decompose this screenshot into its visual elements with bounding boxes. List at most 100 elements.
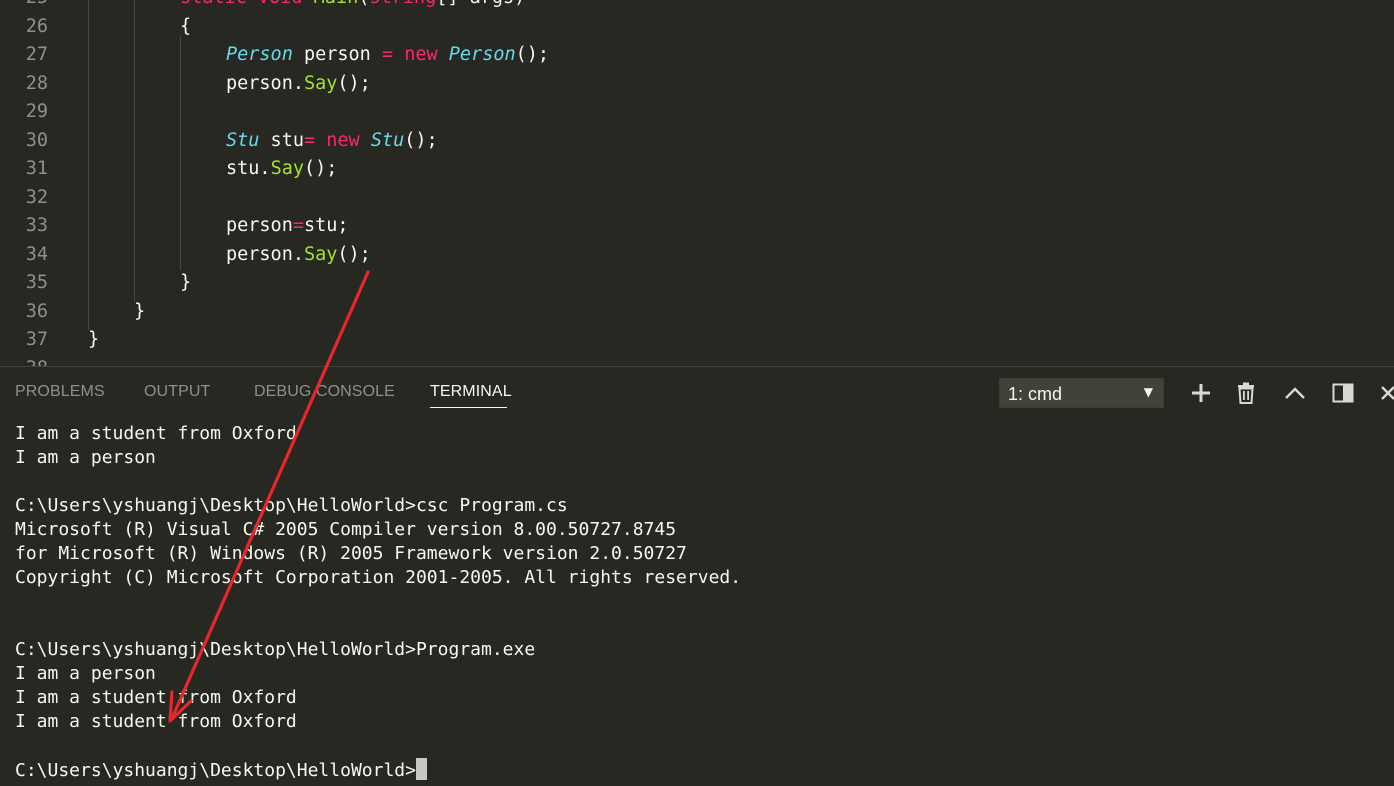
code-token: new	[404, 44, 438, 65]
line-number: 26	[25, 15, 48, 37]
line-number: 37	[25, 329, 48, 350]
line-number: 38	[0, 355, 48, 367]
code-line[interactable]: 25 static void Main(string[] args)	[0, 0, 1394, 12]
code-editor[interactable]: 25 static void Main(string[] args) 26 {27 Pe…	[0, 0, 1394, 366]
code-line[interactable]: 26 {	[0, 13, 1394, 41]
terminal-line: I am a student from Oxford	[15, 711, 297, 732]
terminal-line: C:\Users\yshuangj\Desktop\HelloWorld>csc…	[15, 495, 568, 516]
line-number: 36	[25, 300, 48, 322]
code-token: Main	[314, 0, 359, 8]
code-text: Person person = new Person();	[226, 41, 549, 69]
code-line[interactable]: 31 stu.Say();	[0, 155, 1394, 183]
terminal-line: I am a student from Oxford	[15, 423, 297, 444]
terminal-cursor	[415, 758, 427, 780]
code-token: ();	[404, 129, 438, 151]
code-line[interactable]: 38	[0, 355, 1394, 367]
code-line[interactable]: 32	[0, 184, 1394, 212]
code-text: person.Say();	[226, 241, 371, 269]
vscode-window: 25 static void Main(string[] args) 26 {27 Pe…	[0, 0, 1394, 786]
code-token: person	[226, 215, 293, 236]
line-number: 28	[25, 72, 48, 94]
code-token: Person	[448, 44, 516, 65]
code-token: person.	[226, 72, 304, 94]
terminal-line: Copyright (C) Microsoft Corporation 2001…	[15, 567, 742, 588]
code-token: Stu	[226, 129, 260, 151]
code-line[interactable]: 27 Person person = new Person();	[0, 41, 1394, 69]
code-text: }	[88, 326, 99, 354]
code-text: stu.Say();	[226, 155, 337, 183]
code-text: static void Main(string[] args)	[180, 0, 525, 12]
close-icon[interactable]	[1379, 381, 1394, 405]
code-token: }	[180, 272, 192, 293]
terminal-output[interactable]: I am a student from Oxford I am a person C…	[15, 422, 1385, 782]
code-token: =	[292, 215, 304, 236]
code-token: person.	[226, 243, 304, 265]
code-line[interactable]: 35}	[0, 269, 1394, 297]
terminal-line: I am a person	[15, 663, 156, 684]
code-token: {	[180, 15, 192, 37]
tab-debug-console[interactable]: DEBUG CONSOLE	[254, 383, 395, 401]
code-token: (	[358, 0, 369, 8]
terminal-select[interactable]: 1: cmd ▼	[999, 378, 1164, 408]
terminal-line: Microsoft (R) Visual C# 2005 Compiler ve…	[15, 519, 677, 540]
line-number: 31	[25, 158, 48, 179]
code-token: =	[303, 129, 316, 151]
plus-icon[interactable]	[1189, 381, 1213, 405]
bottom-panel: PROBLEMS OUTPUT DEBUG CONSOLE TERMINAL 1…	[0, 366, 1394, 786]
code-token: static	[180, 0, 258, 8]
code-token: ();	[337, 72, 371, 94]
tab-terminal[interactable]: TERMINAL	[430, 383, 512, 401]
terminal-line: I am a student from Oxford	[15, 687, 297, 708]
code-line[interactable]: 37}	[0, 326, 1394, 354]
line-number: 34	[25, 243, 48, 265]
code-text: {	[180, 13, 191, 41]
line-number: 32	[25, 186, 48, 208]
terminal-prompt-line[interactable]: C:\Users\yshuangj\Desktop\HelloWorld>	[15, 758, 1385, 782]
code-token: stu.	[226, 158, 271, 179]
tab-output[interactable]: OUTPUT	[144, 383, 210, 401]
terminal-line: I am a person	[15, 447, 156, 468]
line-number: 33	[25, 215, 48, 236]
code-token: [] args)	[436, 0, 525, 8]
split-panel-icon[interactable]	[1331, 381, 1355, 405]
code-token: stu;	[303, 215, 349, 236]
line-number: 30	[25, 129, 48, 151]
code-line[interactable]: 34 person.Say();	[0, 241, 1394, 269]
code-text: }	[134, 298, 145, 326]
line-number: 35	[25, 272, 48, 293]
code-token: Person	[226, 44, 293, 65]
code-token: Say	[303, 72, 338, 94]
tab-problems[interactable]: PROBLEMS	[15, 383, 105, 401]
code-token: Say	[270, 158, 304, 179]
terminal-line: C:\Users\yshuangj\Desktop\HelloWorld>Pro…	[15, 639, 536, 660]
code-token: person	[292, 44, 382, 65]
code-text: person=stu;	[226, 212, 349, 240]
code-token: string	[369, 0, 436, 8]
code-token: new	[326, 129, 360, 151]
code-token: void	[258, 0, 314, 8]
code-line[interactable]: 33 person=stu;	[0, 212, 1394, 240]
chevron-down-icon: ▼	[1143, 385, 1153, 399]
terminal-select-value: 1: cmd	[1008, 384, 1063, 404]
code-text: }	[180, 269, 191, 297]
line-number: 27	[25, 44, 48, 65]
code-token: ();	[515, 44, 550, 65]
code-token: ();	[337, 243, 371, 265]
chevron-up-icon[interactable]	[1283, 381, 1307, 405]
trash-icon[interactable]	[1234, 381, 1258, 405]
terminal-prompt: C:\Users\yshuangj\Desktop\HelloWorld>	[15, 760, 416, 781]
code-line[interactable]: 30 Stu stu= new Stu();	[0, 127, 1394, 155]
code-line[interactable]: 36}	[0, 298, 1394, 326]
line-number: 25	[0, 0, 48, 12]
code-text: person.Say();	[226, 70, 371, 98]
code-line[interactable]: 29	[0, 98, 1394, 126]
terminal-lines: I am a student from Oxford I am a person C…	[15, 422, 1385, 758]
code-line[interactable]: 28 person.Say();	[0, 70, 1394, 98]
